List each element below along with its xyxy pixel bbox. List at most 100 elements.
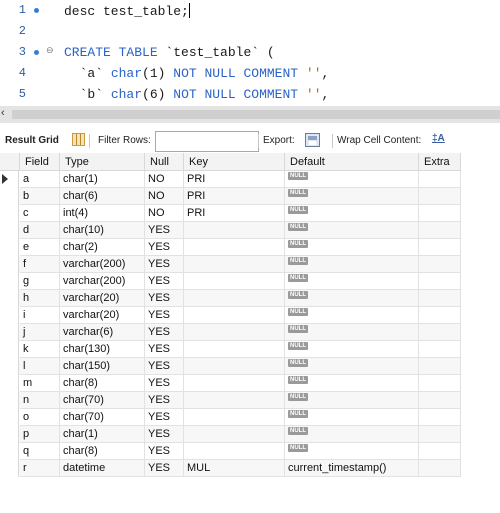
cell-default[interactable]: NULL: [285, 392, 419, 409]
grid-view-icon[interactable]: [72, 133, 85, 146]
cell-field[interactable]: l: [20, 358, 60, 375]
cell-field[interactable]: q: [20, 443, 60, 460]
column-header-type[interactable]: Type: [60, 153, 145, 171]
cell-default[interactable]: NULL: [285, 222, 419, 239]
cell-key[interactable]: [184, 273, 285, 290]
cell-null[interactable]: YES: [145, 222, 184, 239]
cell-type[interactable]: char(8): [60, 375, 145, 392]
cell-key[interactable]: [184, 426, 285, 443]
row-selector[interactable]: [0, 358, 19, 375]
row-selector[interactable]: [0, 341, 19, 358]
cell-null[interactable]: YES: [145, 460, 184, 477]
row-selector[interactable]: [0, 307, 19, 324]
cell-null[interactable]: YES: [145, 443, 184, 460]
cell-null[interactable]: YES: [145, 375, 184, 392]
cell-extra[interactable]: [419, 273, 461, 290]
fold-toggle-icon[interactable]: ⊖: [46, 45, 54, 56]
cell-key[interactable]: [184, 256, 285, 273]
cell-key[interactable]: [184, 409, 285, 426]
cell-default[interactable]: NULL: [285, 358, 419, 375]
cell-key[interactable]: [184, 392, 285, 409]
cell-extra[interactable]: [419, 324, 461, 341]
cell-field[interactable]: j: [20, 324, 60, 341]
row-selector[interactable]: [0, 375, 19, 392]
column-header-key[interactable]: Key: [184, 153, 285, 171]
table-row[interactable]: f varchar(200) YES NULL: [0, 256, 461, 273]
cell-key[interactable]: [184, 358, 285, 375]
row-selector[interactable]: [0, 239, 19, 256]
cell-type[interactable]: int(4): [60, 205, 145, 222]
cell-field[interactable]: f: [20, 256, 60, 273]
table-row[interactable]: l char(150) YES NULL: [0, 358, 461, 375]
table-row[interactable]: j varchar(6) YES NULL: [0, 324, 461, 341]
cell-field[interactable]: n: [20, 392, 60, 409]
cell-extra[interactable]: [419, 392, 461, 409]
row-selector[interactable]: [0, 443, 19, 460]
table-row[interactable]: a char(1) NO PRI NULL: [0, 171, 461, 188]
cell-null[interactable]: YES: [145, 341, 184, 358]
cell-extra[interactable]: [419, 239, 461, 256]
row-selector[interactable]: [0, 171, 19, 188]
cell-field[interactable]: r: [20, 460, 60, 477]
cell-field[interactable]: p: [20, 426, 60, 443]
cell-null[interactable]: NO: [145, 171, 184, 188]
cell-field[interactable]: c: [20, 205, 60, 222]
row-selector[interactable]: [0, 409, 19, 426]
table-row[interactable]: n char(70) YES NULL: [0, 392, 461, 409]
cell-null[interactable]: YES: [145, 324, 184, 341]
cell-extra[interactable]: [419, 205, 461, 222]
cell-extra[interactable]: [419, 307, 461, 324]
row-selector[interactable]: [0, 426, 19, 443]
column-header-null[interactable]: Null: [145, 153, 184, 171]
cell-field[interactable]: h: [20, 290, 60, 307]
cell-default[interactable]: NULL: [285, 324, 419, 341]
cell-type[interactable]: varchar(200): [60, 256, 145, 273]
cell-extra[interactable]: [419, 375, 461, 392]
row-selector[interactable]: [0, 290, 19, 307]
cell-key[interactable]: [184, 324, 285, 341]
cell-extra[interactable]: [419, 409, 461, 426]
cell-type[interactable]: char(8): [60, 443, 145, 460]
cell-null[interactable]: NO: [145, 205, 184, 222]
cell-field[interactable]: k: [20, 341, 60, 358]
cell-null[interactable]: YES: [145, 307, 184, 324]
table-row[interactable]: k char(130) YES NULL: [0, 341, 461, 358]
cell-type[interactable]: char(130): [60, 341, 145, 358]
cell-extra[interactable]: [419, 443, 461, 460]
column-header-field[interactable]: Field: [20, 153, 60, 171]
result-grid-label[interactable]: Result Grid: [5, 135, 59, 146]
cell-type[interactable]: char(1): [60, 426, 145, 443]
cell-extra[interactable]: [419, 290, 461, 307]
cell-null[interactable]: YES: [145, 239, 184, 256]
cell-key[interactable]: [184, 239, 285, 256]
cell-type[interactable]: char(70): [60, 409, 145, 426]
table-row[interactable]: q char(8) YES NULL: [0, 443, 461, 460]
cell-type[interactable]: varchar(20): [60, 307, 145, 324]
cell-type[interactable]: char(1): [60, 171, 145, 188]
cell-null[interactable]: NO: [145, 188, 184, 205]
row-selector[interactable]: [0, 205, 19, 222]
cell-default[interactable]: NULL: [285, 273, 419, 290]
cell-type[interactable]: char(70): [60, 392, 145, 409]
cell-extra[interactable]: [419, 222, 461, 239]
cell-default[interactable]: NULL: [285, 307, 419, 324]
cell-key[interactable]: MUL: [184, 460, 285, 477]
cell-null[interactable]: YES: [145, 290, 184, 307]
wrap-text-icon[interactable]: ‡A: [432, 133, 445, 144]
cell-null[interactable]: YES: [145, 409, 184, 426]
cell-extra[interactable]: [419, 256, 461, 273]
cell-key[interactable]: [184, 307, 285, 324]
cell-key[interactable]: [184, 341, 285, 358]
cell-default[interactable]: current_timestamp(): [285, 460, 419, 477]
cell-field[interactable]: g: [20, 273, 60, 290]
cell-default[interactable]: NULL: [285, 171, 419, 188]
sql-editor[interactable]: 1 desc test_table; 2 3 ⊖ CREATE TABLE `t…: [0, 0, 500, 106]
cell-null[interactable]: YES: [145, 256, 184, 273]
cell-null[interactable]: YES: [145, 358, 184, 375]
cell-type[interactable]: varchar(200): [60, 273, 145, 290]
table-row[interactable]: m char(8) YES NULL: [0, 375, 461, 392]
row-selector[interactable]: [0, 460, 19, 477]
table-row[interactable]: h varchar(20) YES NULL: [0, 290, 461, 307]
table-row[interactable]: r datetime YES MUL current_timestamp(): [0, 460, 461, 477]
cell-field[interactable]: a: [20, 171, 60, 188]
